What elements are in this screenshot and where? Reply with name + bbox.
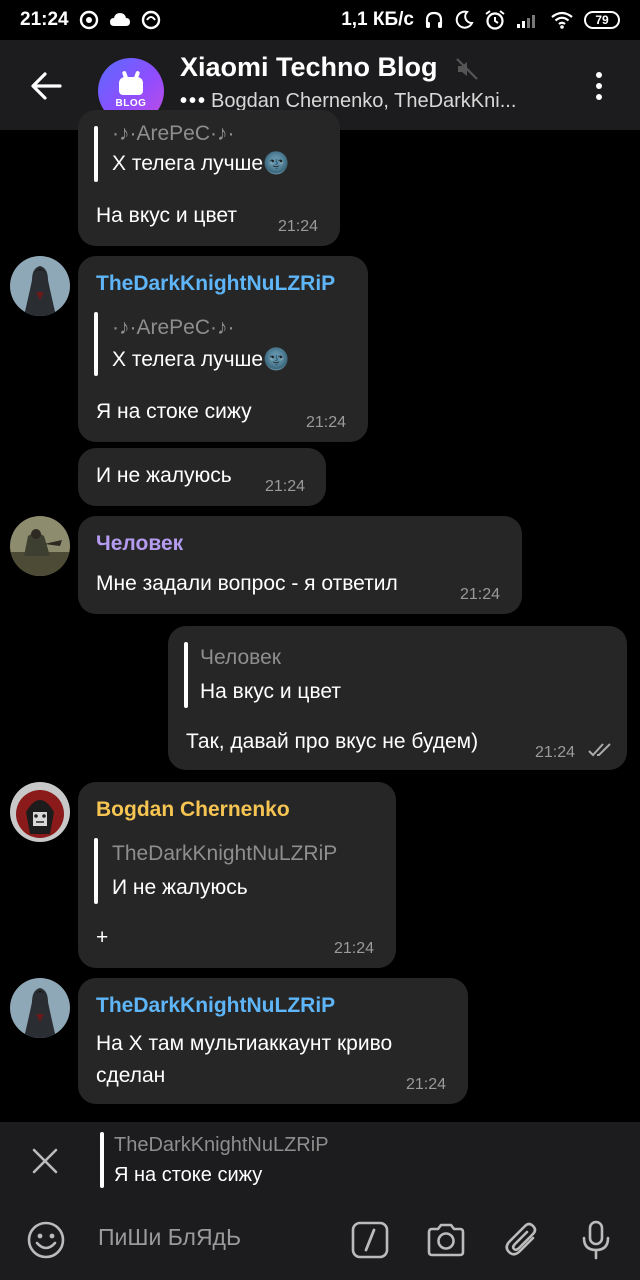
camera-button[interactable] [426, 1220, 466, 1260]
voice-record-button[interactable] [576, 1220, 616, 1260]
message-text: Я на стоке сижу [96, 400, 252, 423]
read-checks-icon [588, 742, 614, 763]
message-text: На вкус и цвет [96, 204, 237, 227]
typing-indicator: ••• [180, 90, 208, 112]
message-text: И не жалуюсь [96, 464, 232, 487]
message-bubble[interactable]: Человек Мне задали вопрос - я ответил 21… [78, 516, 522, 614]
commands-button[interactable] [350, 1220, 390, 1260]
message-time: 21:24 [306, 414, 347, 431]
more-vertical-icon[interactable] [586, 66, 612, 106]
reply-sender: Человек [200, 646, 281, 669]
emoji-button[interactable] [26, 1220, 66, 1260]
blog-logo-icon [119, 77, 143, 95]
message-time: 21:24 [406, 1076, 447, 1093]
reply-panel-sender: TheDarkKnightNuLZRiP [114, 1134, 329, 1156]
sender-name[interactable]: TheDarkKnightNuLZRiP [96, 994, 335, 1018]
close-icon [32, 1148, 58, 1174]
message-time: 21:24 [535, 744, 576, 761]
sender-name[interactable]: Bogdan Chernenko [96, 798, 290, 822]
reply-text: Х телега лучше🌚 [112, 152, 290, 175]
muted-speaker-icon [455, 57, 479, 86]
message-time: 21:24 [265, 478, 306, 495]
message-time: 21:24 [460, 586, 501, 603]
message-text-line: сделан [96, 1064, 166, 1087]
avatar[interactable] [10, 256, 70, 316]
message-bubble[interactable]: Bogdan Chernenko TheDarkKnightNuLZRiP И … [78, 782, 396, 968]
message-bubble[interactable]: TheDarkKnightNuLZRiP На Х там мультиакка… [78, 978, 468, 1104]
reply-text: На вкус и цвет [200, 680, 341, 703]
avatar-label: BLOG [115, 98, 147, 109]
avatar[interactable] [10, 782, 70, 842]
microphone-icon [582, 1220, 610, 1260]
emoji-icon [27, 1221, 65, 1259]
sender-name[interactable]: Человек [96, 532, 183, 556]
chat-title[interactable]: Xiaomi Techno Blog [180, 52, 438, 83]
headphones-icon [424, 10, 444, 30]
reply-quote-bar [94, 838, 98, 904]
moon-icon [454, 10, 474, 30]
reply-quote-bar [94, 312, 98, 376]
avatar[interactable] [10, 978, 70, 1038]
avatar[interactable] [10, 516, 70, 576]
attach-button[interactable] [502, 1220, 542, 1260]
wifi-icon [550, 11, 574, 29]
reply-sender: ·♪·ArePeC·♪· [112, 122, 235, 145]
reply-quote-bar [184, 642, 188, 708]
message-bubble[interactable]: TheDarkKnightNuLZRiP ·♪·ArePeC·♪· Х теле… [78, 256, 368, 442]
message-time: 21:24 [278, 218, 319, 235]
reply-panel-text: Я на стоке сижу [114, 1164, 263, 1186]
reply-sender: ·♪·ArePeC·♪· [112, 316, 235, 339]
reply-text: И не жалуюсь [112, 876, 248, 899]
camera-icon [427, 1223, 465, 1257]
typing-users: Bogdan Chernenko, TheDarkKni... [211, 90, 517, 112]
status-bar: 21:24 1,1 КБ/с 79 [0, 0, 640, 40]
status-time: 21:24 [20, 9, 69, 30]
alarm-icon [484, 9, 506, 31]
reply-panel: TheDarkKnightNuLZRiP Я на стоке сижу [0, 1122, 640, 1200]
sender-name[interactable]: TheDarkKnightNuLZRiP [96, 272, 335, 296]
message-bubble[interactable]: И не жалуюсь 21:24 [78, 448, 326, 506]
paperclip-icon [505, 1222, 537, 1256]
reply-sender: TheDarkKnightNuLZRiP [112, 842, 338, 865]
message-input[interactable]: ПиШи БлЯдЬ [98, 1224, 241, 1251]
arrow-left-icon [31, 72, 62, 100]
close-reply-button[interactable] [30, 1146, 60, 1176]
battery-indicator: 79 [584, 11, 620, 29]
message-bubble-outgoing[interactable]: Человек На вкус и цвет Так, давай про вк… [168, 626, 627, 770]
message-time: 21:24 [334, 940, 375, 957]
message-text: Так, давай про вкус не будем) [186, 730, 479, 753]
message-text: + [96, 926, 109, 949]
app-notification-icon [141, 10, 161, 30]
message-input-bar: ПиШи БлЯдЬ [0, 1200, 640, 1280]
reply-quote-bar [94, 126, 98, 182]
cloud-icon [109, 11, 131, 29]
message-text-line: На Х там мультиаккаунт криво [96, 1032, 393, 1055]
vpn-icon [79, 10, 99, 30]
back-button[interactable] [26, 66, 66, 106]
slash-command-icon [351, 1221, 389, 1259]
network-speed: 1,1 КБ/с [341, 9, 414, 30]
reply-text: Х телега лучше🌚 [112, 348, 290, 371]
signal-icon [516, 11, 540, 29]
message-text: Мне задали вопрос - я ответил [96, 572, 398, 595]
reply-quote-bar [100, 1132, 104, 1188]
message-bubble[interactable]: ·♪·ArePeC·♪· Х телега лучше🌚 На вкус и ц… [78, 110, 340, 246]
